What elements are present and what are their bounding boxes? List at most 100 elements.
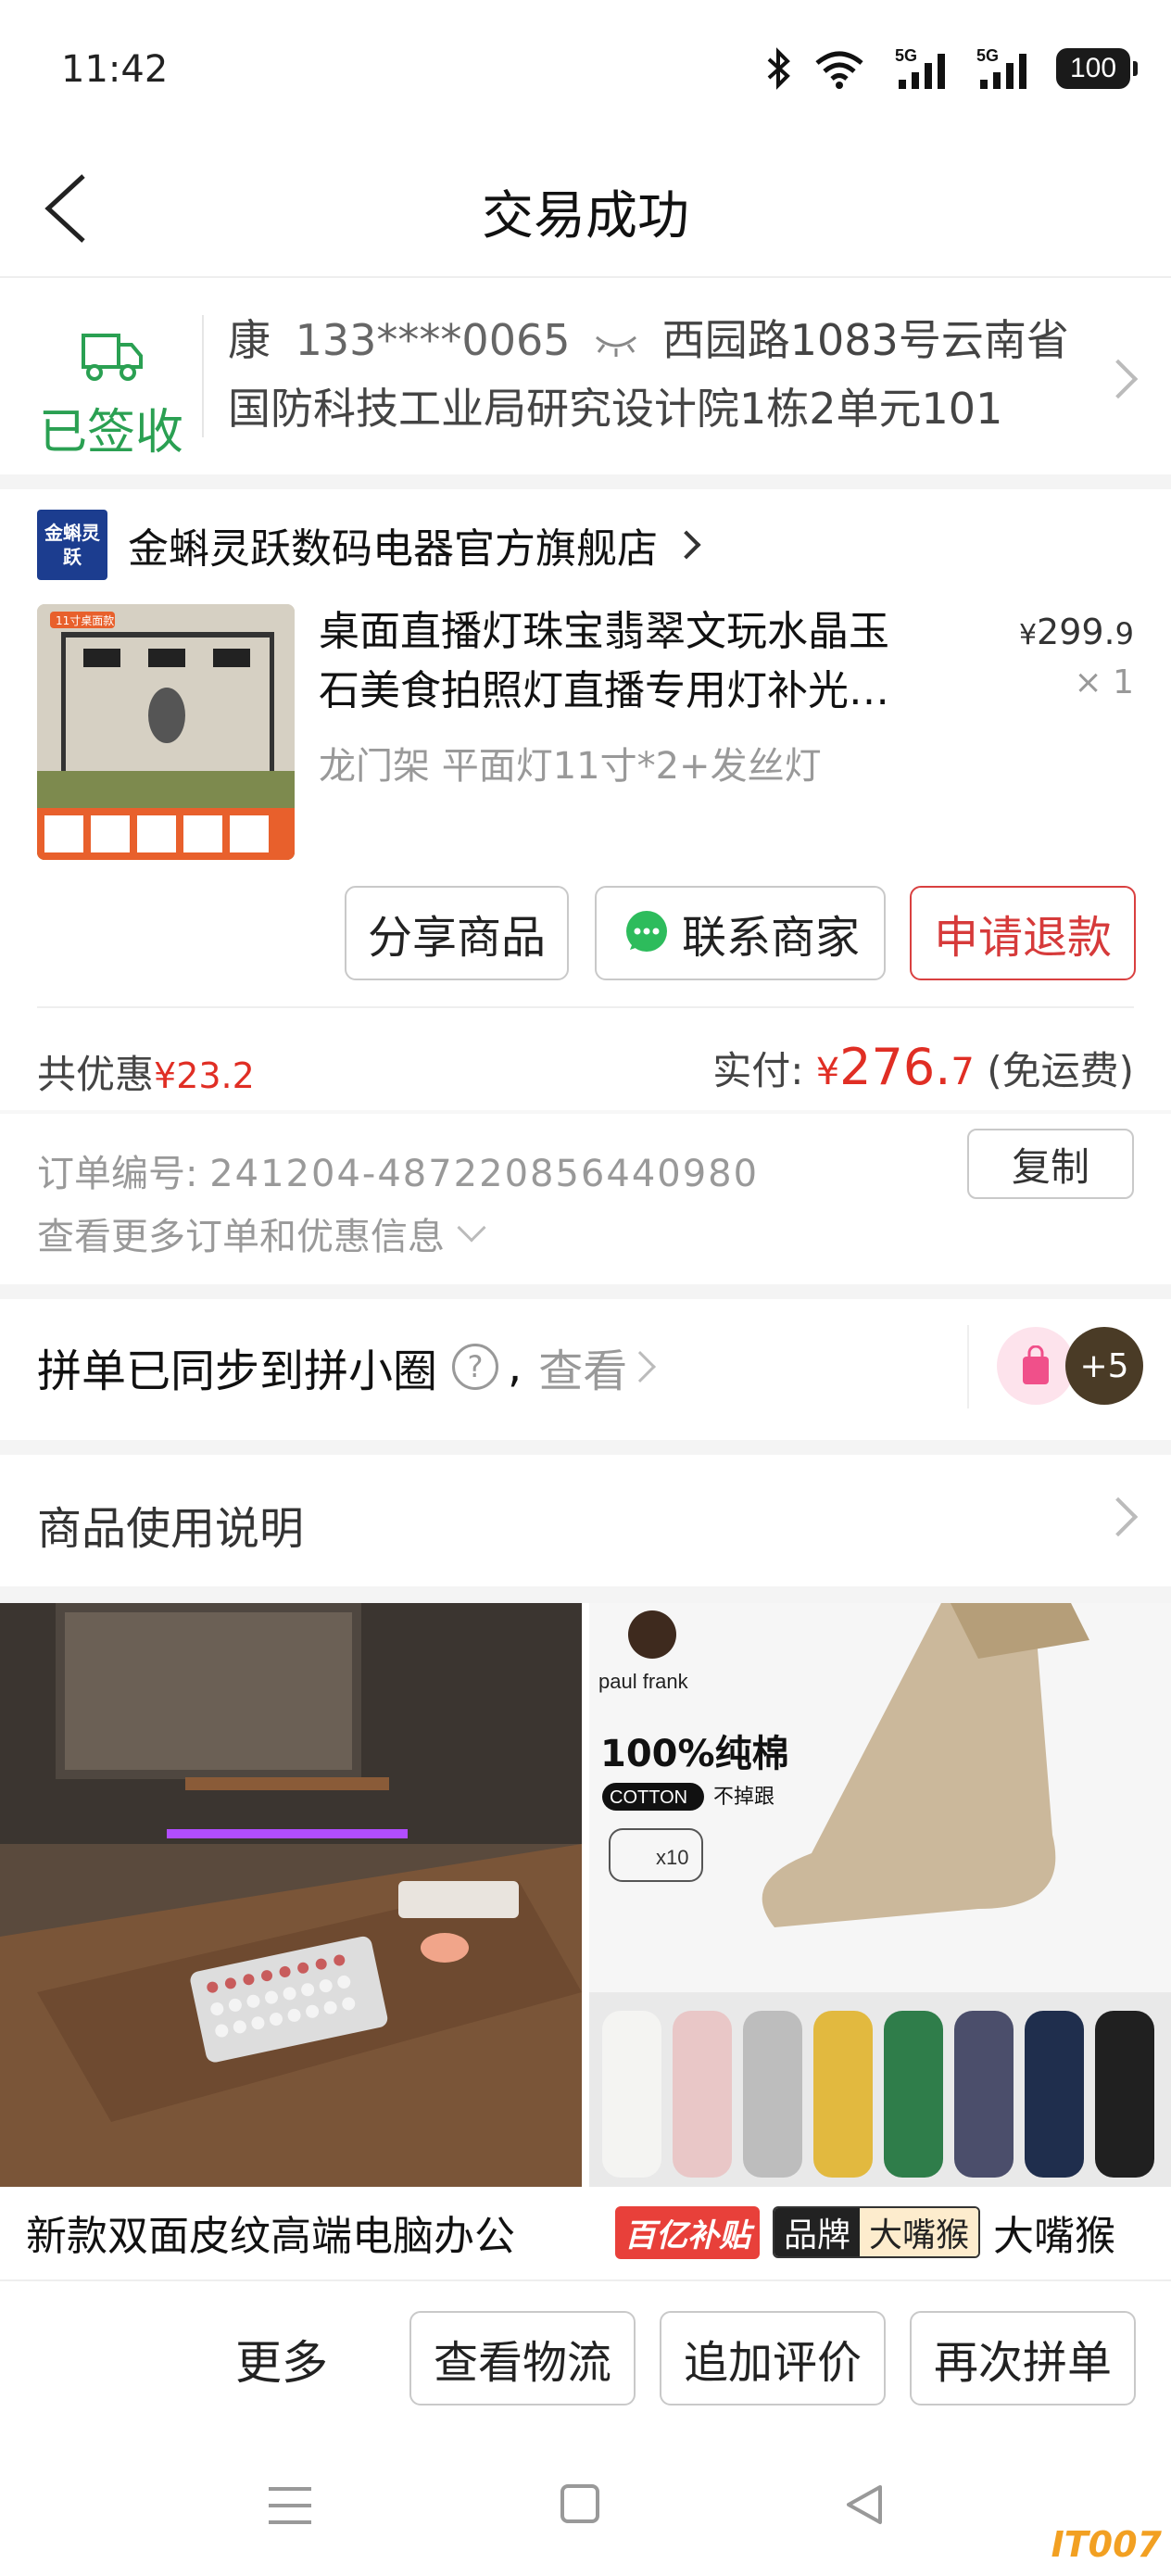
recommend-card-image[interactable]: paul frank 100%纯棉 COTTON 不掉跟 x10: [589, 1603, 1171, 2187]
contact-merchant-button[interactable]: 联系商家: [595, 886, 886, 980]
address-line-2: 国防科技工业局研究设计院1栋2单元101: [228, 384, 1003, 434]
desk-mat-image: [0, 1603, 582, 2187]
product-name-line-1: 桌面直播灯珠宝翡翠文玩水晶玉: [319, 608, 889, 655]
divider: [37, 1006, 1134, 1008]
rebuy-button[interactable]: 再次拼单: [910, 2311, 1136, 2406]
img-count: x10: [656, 1846, 688, 1869]
chevron-down-icon: [457, 1213, 486, 1243]
comma: ,: [508, 1341, 523, 1393]
back-triangle-icon[interactable]: [843, 2483, 886, 2526]
delivery-address-card[interactable]: 已签收 康 133****0065 西园路1083号云南省 国防科技工业局研究设…: [0, 278, 1171, 474]
product-name-line-2: 石美食拍照灯直播专用灯补光…: [319, 667, 889, 714]
product-image: 11寸桌面款: [37, 604, 295, 860]
section-separator: [0, 1110, 1171, 1114]
status-bar: 11:42 5G 5G 100: [0, 0, 1171, 139]
svg-text:5G: 5G: [976, 46, 999, 65]
status-time: 11:42: [61, 48, 169, 91]
eye-closed-icon[interactable]: [593, 330, 639, 358]
share-button[interactable]: 分享商品: [345, 886, 569, 980]
more-order-info-label: 查看更多订单和优惠信息: [37, 1216, 445, 1258]
brand-tag-name: 大嘴猴: [860, 2208, 979, 2256]
shop-header[interactable]: 金蝌灵跃 金蝌灵跃数码电器官方旗舰店: [37, 510, 1130, 580]
product-quantity: × 1: [1074, 663, 1134, 701]
product-name[interactable]: 桌面直播灯珠宝翡翠文玩水晶玉 石美食拍照灯直播专用灯补光…: [319, 602, 967, 721]
address-line-1: 康 133****0065 西园路1083号云南省: [228, 306, 1071, 374]
nav-bar: 交易成功: [0, 139, 1171, 278]
paid-label: 实付:: [712, 1048, 804, 1093]
delivery-status: 已签收: [28, 306, 195, 461]
product-price: ¥299.9: [1019, 612, 1134, 652]
menu-icon[interactable]: [267, 2485, 313, 2526]
chevron-right-icon: [672, 530, 701, 560]
status-icons: 5G 5G 100: [765, 43, 1138, 95]
page-title: 交易成功: [482, 186, 689, 246]
section-separator: [0, 1440, 1171, 1455]
recommend-title: 大嘴猴: [993, 2213, 1116, 2260]
avatar[interactable]: [997, 1327, 1075, 1405]
recipient-name: 康: [228, 315, 271, 365]
paid-summary: 实付: ¥276.7 (免运费): [712, 1038, 1134, 1096]
img-headline: 100%纯棉: [600, 1733, 789, 1775]
order-label: 订单编号:: [37, 1153, 198, 1195]
group-sync-text: 拼单已同步到拼小圈: [37, 1345, 438, 1397]
signed-status-label: 已签收: [38, 405, 183, 461]
subsidy-tag: 百亿补贴: [615, 2205, 760, 2259]
discount-summary: 共优惠¥23.2: [37, 1043, 255, 1100]
bluetooth-icon: [767, 47, 790, 90]
product-thumbnail[interactable]: 11寸桌面款: [37, 604, 295, 860]
address-text: 康 133****0065 西园路1083号云南省 国防科技工业局研究设计院1栋…: [228, 306, 1071, 443]
shop-name: 金蝌灵跃数码电器官方旗舰店: [128, 525, 658, 573]
more-order-info[interactable]: 查看更多订单和优惠信息: [37, 1206, 486, 1260]
chevron-right-icon: [1098, 1496, 1139, 1537]
qty-symbol: ×: [1074, 663, 1102, 701]
contact-merchant-label: 联系商家: [681, 912, 860, 964]
img-cotton: COTTON: [610, 1787, 687, 1808]
recommend-card-image[interactable]: [0, 1603, 582, 2187]
system-nav-bar: [0, 2437, 1171, 2576]
socks-image: paul frank 100%纯棉 COTTON 不掉跟 x10: [589, 1603, 1171, 2187]
copy-button[interactable]: 复制: [967, 1129, 1134, 1199]
signal-5g-icon: 5G: [895, 46, 945, 89]
home-icon[interactable]: [560, 2483, 600, 2524]
truck-icon: [82, 334, 143, 381]
img-brand: paul frank: [598, 1670, 689, 1693]
address-street: 西园路1083号云南省: [661, 315, 1069, 365]
discount-value: ¥23.2: [154, 1055, 255, 1096]
refund-button[interactable]: 申请退款: [910, 886, 1136, 980]
section-separator: [0, 474, 1171, 489]
paid-dec: 7: [951, 1051, 975, 1093]
thumb-badge: 11寸桌面款: [56, 614, 114, 627]
section-separator: [0, 1586, 1171, 1603]
chevron-right-icon: [1098, 359, 1139, 399]
paid-note: (免运费): [987, 1048, 1134, 1093]
paid-symbol: ¥: [815, 1051, 840, 1093]
recommend-title[interactable]: 新款双面皮纹高端电脑办公: [26, 2189, 582, 2276]
chevron-right-icon: [624, 1351, 657, 1383]
help-icon[interactable]: ?: [452, 1344, 499, 1390]
view-link[interactable]: 查看: [538, 1334, 627, 1399]
avatar-more[interactable]: +5: [1065, 1327, 1143, 1405]
recipient-phone: 133****0065: [295, 315, 571, 365]
product-spec: 龙门架 平面灯11寸*2+发丝灯: [319, 745, 822, 788]
svg-text:5G: 5G: [895, 46, 917, 65]
wifi-icon: [815, 51, 863, 89]
price-dec: 9: [1114, 616, 1134, 651]
qty-value: 1: [1113, 663, 1134, 701]
paid-int: 276.: [839, 1038, 951, 1096]
order-number: 241204-487220856440980: [209, 1153, 760, 1195]
discount-label: 共优惠: [37, 1052, 155, 1097]
price-int: 299.: [1037, 612, 1115, 652]
order-number-row: 订单编号: 241204-487220856440980: [37, 1143, 759, 1197]
recommend-title-row[interactable]: 百亿补贴 品牌 大嘴猴 大嘴猴: [615, 2189, 1171, 2276]
usage-instructions[interactable]: 商品使用说明: [37, 1492, 304, 1557]
shop-logo: 金蝌灵跃: [37, 510, 107, 580]
divider: [202, 315, 204, 437]
chat-icon: [625, 911, 667, 952]
brand-tag: 品牌 大嘴猴: [773, 2206, 981, 2258]
view-logistics-button[interactable]: 查看物流: [409, 2311, 636, 2406]
battery-indicator: 100: [1056, 48, 1138, 89]
img-cotton-note: 不掉跟: [713, 1786, 774, 1809]
more-button[interactable]: 更多: [235, 2326, 328, 2393]
add-review-button[interactable]: 追加评价: [660, 2311, 886, 2406]
group-sync-row[interactable]: 拼单已同步到拼小圈 ? , 查看: [37, 1334, 657, 1399]
